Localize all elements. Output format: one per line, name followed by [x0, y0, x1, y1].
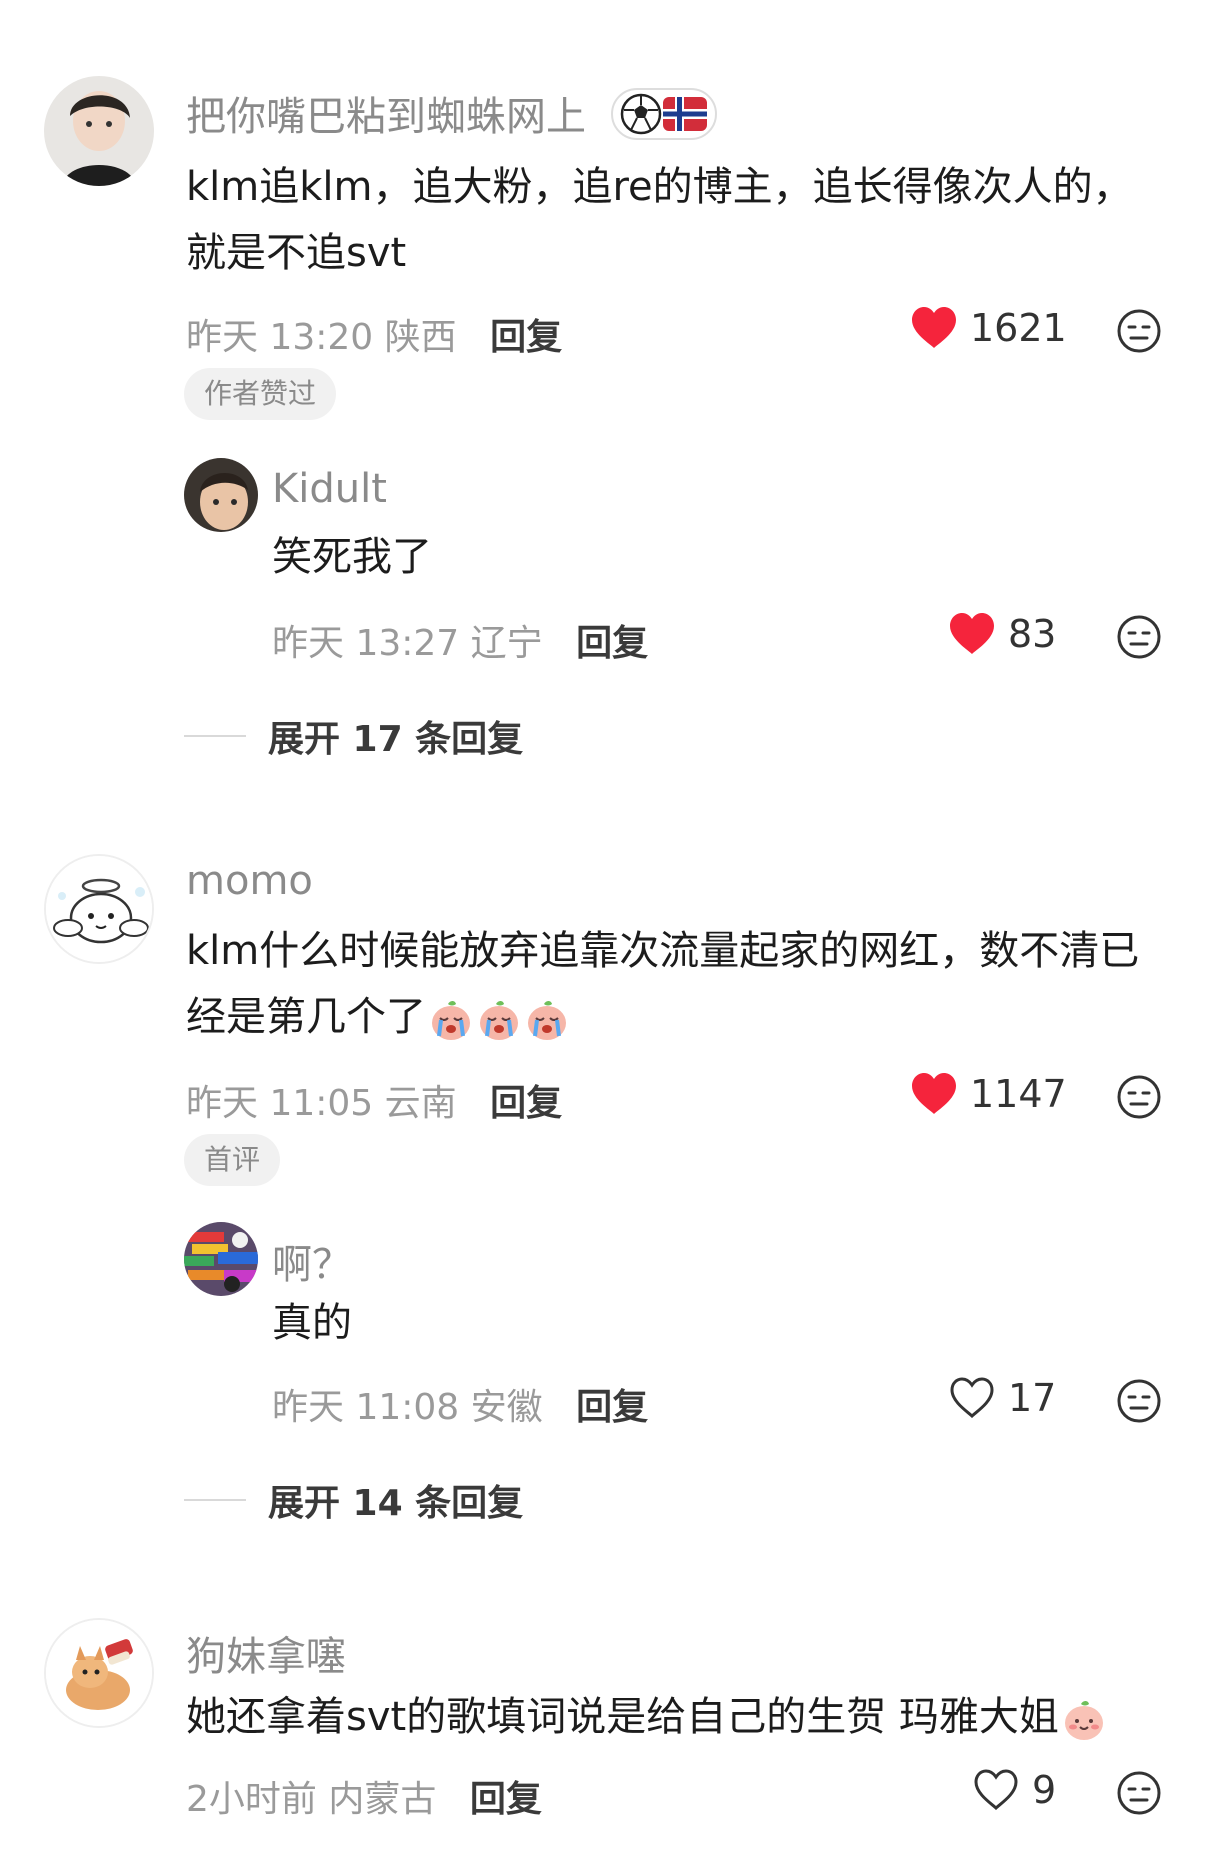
like-button[interactable]: 1147: [910, 1072, 1067, 1116]
like-count: 17: [1008, 1376, 1057, 1420]
like-button[interactable]: 83: [948, 612, 1056, 656]
like-button[interactable]: 9: [972, 1768, 1056, 1812]
meh-face-icon[interactable]: [1116, 614, 1162, 660]
reply-time-location: 昨天 11:08 安徽: [272, 1387, 543, 1428]
crying-peach-icon: [476, 996, 522, 1042]
reply-button[interactable]: 回复: [490, 317, 562, 358]
avatar[interactable]: [44, 76, 154, 186]
comment-meta: 昨天 11:05 云南 回复: [186, 1074, 562, 1126]
crying-peach-icon: [524, 996, 570, 1042]
heart-outline-icon: [948, 1376, 996, 1420]
comment-text-line: 她还拿着svt的歌填词说是给自己的生贺 玛雅大姐: [186, 1684, 1186, 1750]
heart-outline-icon: [972, 1768, 1020, 1812]
reply-button[interactable]: 回复: [470, 1779, 542, 1820]
reply-button[interactable]: 回复: [576, 1387, 648, 1428]
avatar[interactable]: [184, 1222, 258, 1296]
reply-text: 笑死我了: [272, 534, 432, 580]
meh-face-icon[interactable]: [1116, 1770, 1162, 1816]
reply-button[interactable]: 回复: [490, 1083, 562, 1124]
comment-time-location: 昨天 11:05 云南: [186, 1083, 457, 1124]
heart-filled-icon: [948, 612, 996, 656]
reply-username[interactable]: Kidult: [272, 466, 387, 512]
comment-text-line: 经是第几个了: [186, 984, 1206, 1050]
first-comment-badge: 首评: [184, 1134, 281, 1186]
like-button[interactable]: 1621: [910, 306, 1067, 350]
author-liked-badge: 作者赞过: [184, 368, 337, 420]
comment-text-line: klm什么时候能放弃追靠次流量起家的网红，数不清已: [186, 928, 1140, 974]
username[interactable]: 狗妹拿噻: [186, 1624, 346, 1682]
heart-filled-icon: [910, 1072, 958, 1116]
like-button[interactable]: 17: [948, 1376, 1056, 1420]
like-count: 1621: [970, 306, 1067, 350]
username-text[interactable]: 把你嘴巴粘到蜘蛛网上: [186, 94, 586, 140]
divider-line: [184, 735, 246, 737]
meh-face-icon[interactable]: [1116, 1378, 1162, 1424]
reply-meta: 昨天 13:27 辽宁 回复: [272, 614, 648, 666]
reply-text: 真的: [272, 1300, 352, 1346]
comment-text: klm追klm，追大粉，追re的博主，追长得像次人的， 就是不追svt: [186, 154, 1186, 286]
username[interactable]: momo: [186, 858, 313, 904]
reply-meta: 昨天 11:08 安徽 回复: [272, 1378, 648, 1430]
meh-face-icon[interactable]: [1116, 308, 1162, 354]
comment-time-location: 昨天 13:20 陕西: [186, 317, 457, 358]
like-count: 1147: [970, 1072, 1067, 1116]
crying-peach-icon: [428, 996, 474, 1042]
reply-button[interactable]: 回复: [576, 623, 648, 664]
comment-text: 她还拿着svt的歌填词说是给自己的生贺 玛雅大姐: [186, 1684, 1186, 1750]
comment-meta: 2小时前 内蒙古 回复: [186, 1770, 542, 1822]
comment-text-line: klm追klm，追大粉，追re的博主，追长得像次人的，: [186, 164, 1133, 210]
avatar[interactable]: [44, 854, 154, 964]
expand-replies-button[interactable]: 展开 17 条回复: [184, 710, 523, 762]
reply-time-location: 昨天 13:27 辽宁: [272, 623, 543, 664]
reply-username[interactable]: 啊？: [272, 1232, 352, 1290]
comment-text-fragment: 经是第几个了: [186, 994, 426, 1040]
avatar[interactable]: [44, 1618, 154, 1728]
expand-replies-button[interactable]: 展开 14 条回复: [184, 1474, 523, 1526]
avatar[interactable]: [184, 458, 258, 532]
comment-text-fragment: 她还拿着svt的歌填词说是给自己的生贺 玛雅大姐: [186, 1694, 1059, 1740]
meh-face-icon[interactable]: [1116, 1074, 1162, 1120]
expand-replies-label: 展开 14 条回复: [268, 1483, 524, 1524]
comment-time-location: 2小时前 内蒙古: [186, 1779, 437, 1820]
expand-replies-label: 展开 17 条回复: [268, 719, 524, 760]
smiling-peach-icon: [1061, 1696, 1107, 1742]
comment-meta: 昨天 13:20 陕西 回复: [186, 308, 562, 360]
soccer-norway-flag-icon: [610, 88, 717, 150]
like-count: 83: [1008, 612, 1057, 656]
comment-text: klm什么时候能放弃追靠次流量起家的网红，数不清已 经是第几个了: [186, 918, 1206, 1050]
comment-text-line: 就是不追svt: [186, 230, 407, 276]
divider-line: [184, 1499, 246, 1501]
username[interactable]: 把你嘴巴粘到蜘蛛网上: [186, 84, 717, 150]
heart-filled-icon: [910, 306, 958, 350]
like-count: 9: [1032, 1768, 1057, 1812]
